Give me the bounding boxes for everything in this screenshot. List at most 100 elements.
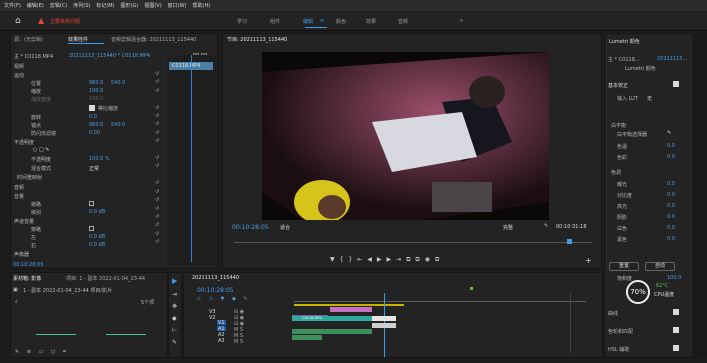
search-icon[interactable]: ⌕ — [15, 299, 18, 305]
position-y[interactable]: 540.0 — [111, 80, 125, 86]
transport-controls[interactable]: ▼{}⇤◀▶▶⇥⧉⧉◉⧉ — [330, 256, 444, 264]
selection-tool-icon[interactable]: ▶ — [172, 276, 177, 286]
warning-text[interactable]: 主要系统问题 — [50, 18, 80, 25]
clip-v3-pink[interactable] — [330, 307, 372, 312]
ec-playhead[interactable] — [191, 55, 192, 262]
add-button-icon[interactable]: + — [585, 256, 592, 265]
curves-header[interactable]: 曲线 — [608, 310, 618, 317]
opacity-value[interactable]: 100.0 % — [89, 156, 110, 162]
saturation-value[interactable]: 100.0 — [667, 275, 681, 281]
menu-clip[interactable]: 剪辑(C) — [50, 2, 67, 9]
timeline-timecode[interactable]: 00:10:28:05 — [197, 287, 234, 294]
anchor-y[interactable]: 540.0 — [111, 122, 125, 128]
tab-project[interactable]: 项目: 1 - 副本 2022-01-04_23-44 — [66, 275, 145, 282]
time-ruler[interactable] — [294, 301, 586, 302]
tab-effect-controls[interactable]: 效果控件 — [68, 36, 88, 43]
home-icon[interactable]: ⌂ — [15, 17, 24, 26]
wheels-header[interactable]: 色轮和匹配 — [608, 328, 633, 335]
master-clip[interactable]: 主 * C0118.MP4 — [14, 53, 53, 60]
track-toggle-icons[interactable]: ⊟ ◉ ⊟ ◉ ⊟ ◉ M SM SM S — [234, 309, 244, 345]
menu-edit[interactable]: 编辑(E) — [27, 2, 44, 9]
track-a3[interactable]: A3 — [218, 338, 225, 344]
position-x[interactable]: 960.0 — [89, 80, 103, 86]
ec-timecode[interactable]: 00:10:28:05 — [13, 262, 44, 268]
level-value[interactable]: 0.0 dB — [89, 209, 105, 215]
menu-markers[interactable]: 标记(M) — [96, 2, 114, 9]
tone-header[interactable]: 色调 — [611, 169, 621, 176]
clip-a3-green[interactable] — [292, 335, 322, 340]
highlights-value[interactable]: 0.0 — [667, 203, 675, 209]
program-timecode[interactable]: 00:10:28:05 — [232, 224, 269, 231]
sequence-clip[interactable]: 20211113_115440 * C0118.MP4 — [69, 53, 150, 59]
menu-view[interactable]: 视图(V) — [144, 2, 161, 9]
blacks-value[interactable]: 0.0 — [667, 236, 675, 242]
uniform-scale-checkbox[interactable] — [89, 105, 95, 111]
ws-menu-icon[interactable]: ≡ — [320, 18, 324, 24]
ws-audio[interactable]: 音频 — [398, 18, 408, 25]
contrast-value[interactable]: 0.0 — [667, 192, 675, 198]
hsl-header[interactable]: HSL 辅助 — [608, 346, 629, 353]
input-lut-select[interactable]: 无 — [647, 95, 652, 102]
lumetri-master[interactable]: 主 * C0118... — [608, 56, 640, 63]
rotation-value[interactable]: 0.0 — [89, 114, 97, 120]
ws-assembly[interactable]: 组件 — [270, 18, 280, 25]
clip-a1-white[interactable] — [372, 323, 396, 328]
tab-sequence[interactable]: 20211113_115440 — [192, 275, 239, 281]
bypass-checkbox[interactable] — [89, 201, 94, 206]
scale-value[interactable]: 100.0 — [89, 88, 103, 94]
program-playhead[interactable] — [567, 239, 572, 244]
other-tools-icons[interactable]: ⇥ ✥ ◆ ⊢ ✎ — [172, 289, 177, 349]
basic-enable-checkbox[interactable] — [673, 81, 679, 87]
resolution-select[interactable]: 完整 — [503, 224, 513, 231]
right-value[interactable]: 0.0 dB — [89, 242, 105, 248]
basic-correction-header[interactable]: 基本校正 — [608, 82, 628, 89]
shadows-value[interactable]: 0.0 — [667, 214, 675, 220]
tab-source[interactable]: 源：(无剪辑) — [14, 36, 43, 43]
bypass2-checkbox[interactable] — [89, 226, 94, 231]
wheels-checkbox[interactable] — [673, 327, 679, 333]
eyedropper-icon[interactable]: ✎ — [667, 130, 671, 136]
blend-mode-select[interactable]: 正常 — [89, 165, 99, 172]
auto-button[interactable]: 自动 — [645, 262, 675, 271]
hsl-checkbox[interactable] — [673, 345, 679, 351]
menu-window[interactable]: 窗口(W) — [168, 2, 187, 9]
clip-v1[interactable]: C0118.MP4 — [292, 316, 372, 321]
exposure-value[interactable]: 0.0 — [667, 181, 675, 187]
flicker-value[interactable]: 0.00 — [89, 130, 100, 136]
menu-file[interactable]: 文件(F) — [4, 2, 21, 9]
curves-checkbox[interactable] — [673, 309, 679, 315]
tab-audio-mixer[interactable]: 音频剪辑混合器: 20211113_115440 — [111, 36, 196, 43]
ws-learn[interactable]: 学习 — [237, 18, 247, 25]
reset-icons-column[interactable]: ↺ ↺ ↺ ↺ ↺ ↺ ↺ ↺ ↺ ↺ ↺ ↺ ↺ ↺ ↺ ↺ ↺ ↺ — [155, 70, 163, 270]
mask-shape-icons[interactable]: ○ □ ✎ — [33, 147, 49, 153]
thumbnail-2[interactable] — [106, 321, 146, 335]
marker[interactable] — [470, 287, 473, 290]
wrench-icon[interactable]: ✎ — [544, 223, 548, 229]
left-value[interactable]: 0.0 dB — [89, 234, 105, 240]
thumbnail-1[interactable] — [36, 321, 76, 335]
warning-icon[interactable]: ▲ — [38, 17, 44, 25]
track-v2[interactable]: V2 — [209, 315, 216, 321]
menu-sequence[interactable]: 序列(S) — [73, 2, 90, 9]
channel-volume-header[interactable]: 声道音量 — [14, 218, 34, 225]
tab-bin[interactable]: 素材箱: 影像 — [13, 275, 41, 282]
anchor-x[interactable]: 960.0 — [89, 122, 103, 128]
motion-header[interactable]: 运动 — [14, 72, 24, 79]
ws-editing[interactable]: 编辑 — [303, 18, 313, 25]
clip-a2-green[interactable] — [292, 329, 372, 334]
lumetri-sub[interactable]: Lumetri 颜色 — [625, 65, 656, 72]
menu-graphics[interactable]: 图形(G) — [121, 2, 139, 9]
menu-help[interactable]: 帮助(H) — [193, 2, 211, 9]
ws-more-icon[interactable]: » — [460, 18, 463, 24]
lumetri-title[interactable]: Lumetri 颜色 — [609, 38, 640, 45]
clip-v1-white[interactable] — [372, 316, 396, 321]
project-footer-icons[interactable]: ✎ ≡ ▭ ○ ═ — [15, 349, 69, 355]
wb-header[interactable]: 白平衡 — [611, 122, 626, 129]
panner-header[interactable]: 声像器 — [14, 251, 29, 258]
tab-program[interactable]: 节目: 20211113_115440 — [227, 36, 287, 43]
timeline-scrollbar[interactable] — [570, 293, 574, 353]
opacity-header[interactable]: 不透明度 — [14, 139, 34, 146]
reset-button[interactable]: 重置 — [609, 262, 639, 271]
fit-select[interactable]: 适合 — [280, 224, 290, 231]
tint-value[interactable]: 0.0 — [667, 154, 675, 160]
